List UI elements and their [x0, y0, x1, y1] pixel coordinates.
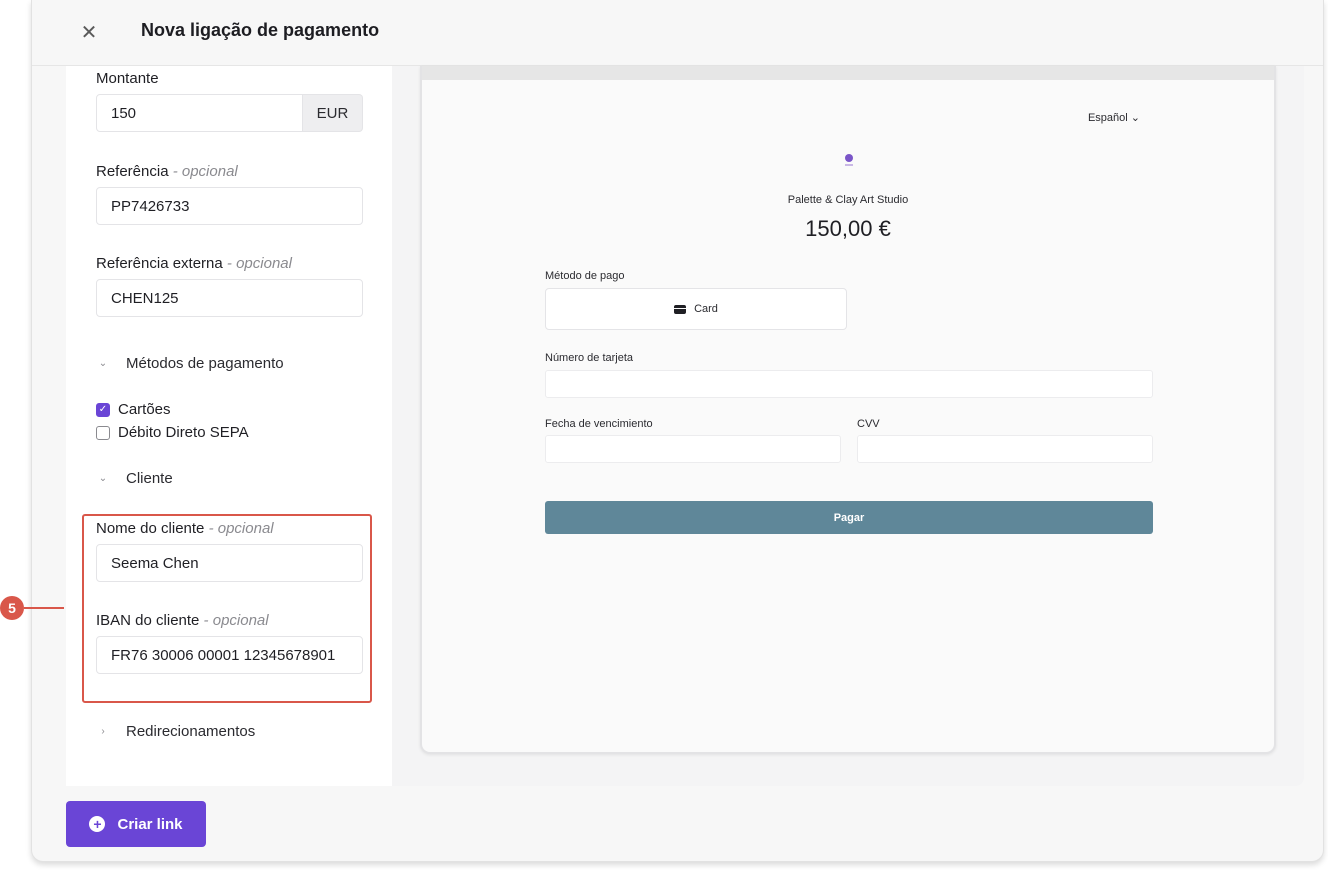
close-icon[interactable]: ✕ [77, 20, 101, 44]
card-tab[interactable]: Card [545, 288, 847, 330]
customer-iban-label: IBAN do cliente - opcional [96, 612, 269, 629]
modal-header: ✕ Nova ligação de pagamento [32, 0, 1323, 66]
checkout-preview: Español ⌄ Palette & Clay Art Studio 150,… [420, 66, 1276, 754]
modal-content: Montante 150 EUR Referência - opcional P… [66, 66, 1304, 786]
customer-name-label: Nome do cliente - opcional [96, 520, 274, 537]
amount-label: Montante [96, 70, 159, 87]
chevron-right-icon: › [101, 726, 105, 737]
card-number-input[interactable] [545, 370, 1153, 398]
chevron-down-icon: ⌄ [1130, 112, 1140, 124]
currency-select[interactable]: EUR [303, 94, 363, 132]
chevron-down-icon: ⌄ [98, 358, 108, 369]
checkbox-checked-icon[interactable]: ✓ [96, 402, 110, 417]
external-reference-input[interactable]: CHEN125 [96, 279, 363, 317]
checkout-preview-panel: Español ⌄ Palette & Clay Art Studio 150,… [392, 66, 1304, 786]
customer-name-input[interactable]: Seema Chen [96, 544, 363, 582]
expiry-input[interactable] [545, 435, 841, 463]
plus-circle-icon: + [89, 816, 106, 832]
cvv-label: CVV [857, 418, 880, 430]
preview-top-bar [422, 66, 1274, 80]
create-link-button[interactable]: + Criar link [66, 801, 206, 847]
payment-methods-toggle[interactable]: ⌄ Métodos de pagamento [96, 355, 284, 372]
checkout-amount: 150,00 € [805, 216, 891, 241]
payment-method-label: Método de pago [545, 270, 625, 282]
link-form: Montante 150 EUR Referência - opcional P… [66, 66, 392, 786]
merchant-logo-icon [845, 154, 853, 166]
merchant-name: Palette & Clay Art Studio [787, 194, 909, 206]
redirects-toggle[interactable]: › Redirecionamentos [96, 723, 255, 740]
cvv-input[interactable] [857, 435, 1153, 463]
annotation-connector [24, 607, 64, 609]
reference-label: Referência - opcional [96, 163, 238, 180]
external-reference-label: Referência externa - opcional [96, 255, 292, 272]
payment-method-sepa[interactable]: Débito Direto SEPA [96, 424, 249, 441]
credit-card-icon [674, 304, 687, 314]
language-select[interactable]: Español ⌄ [1088, 111, 1140, 124]
reference-input[interactable]: PP7426733 [96, 187, 363, 225]
chevron-down-icon: ⌄ [98, 473, 108, 484]
expiry-label: Fecha de vencimiento [545, 418, 653, 430]
payment-link-modal: ✕ Nova ligação de pagamento Montante 150… [31, 0, 1324, 862]
customer-iban-input[interactable]: FR76 30006 00001 12345678901 [96, 636, 363, 674]
customer-toggle[interactable]: ⌄ Cliente [96, 470, 173, 487]
checkbox-unchecked-icon[interactable] [96, 425, 110, 440]
payment-method-cards[interactable]: ✓ Cartões [96, 401, 171, 418]
card-number-label: Número de tarjeta [545, 352, 634, 364]
page-title: Nova ligação de pagamento [141, 20, 380, 40]
annotation-step-marker: 5 [0, 596, 24, 620]
amount-input[interactable]: 150 [96, 94, 303, 132]
pay-button[interactable]: Pagar [545, 501, 1153, 534]
